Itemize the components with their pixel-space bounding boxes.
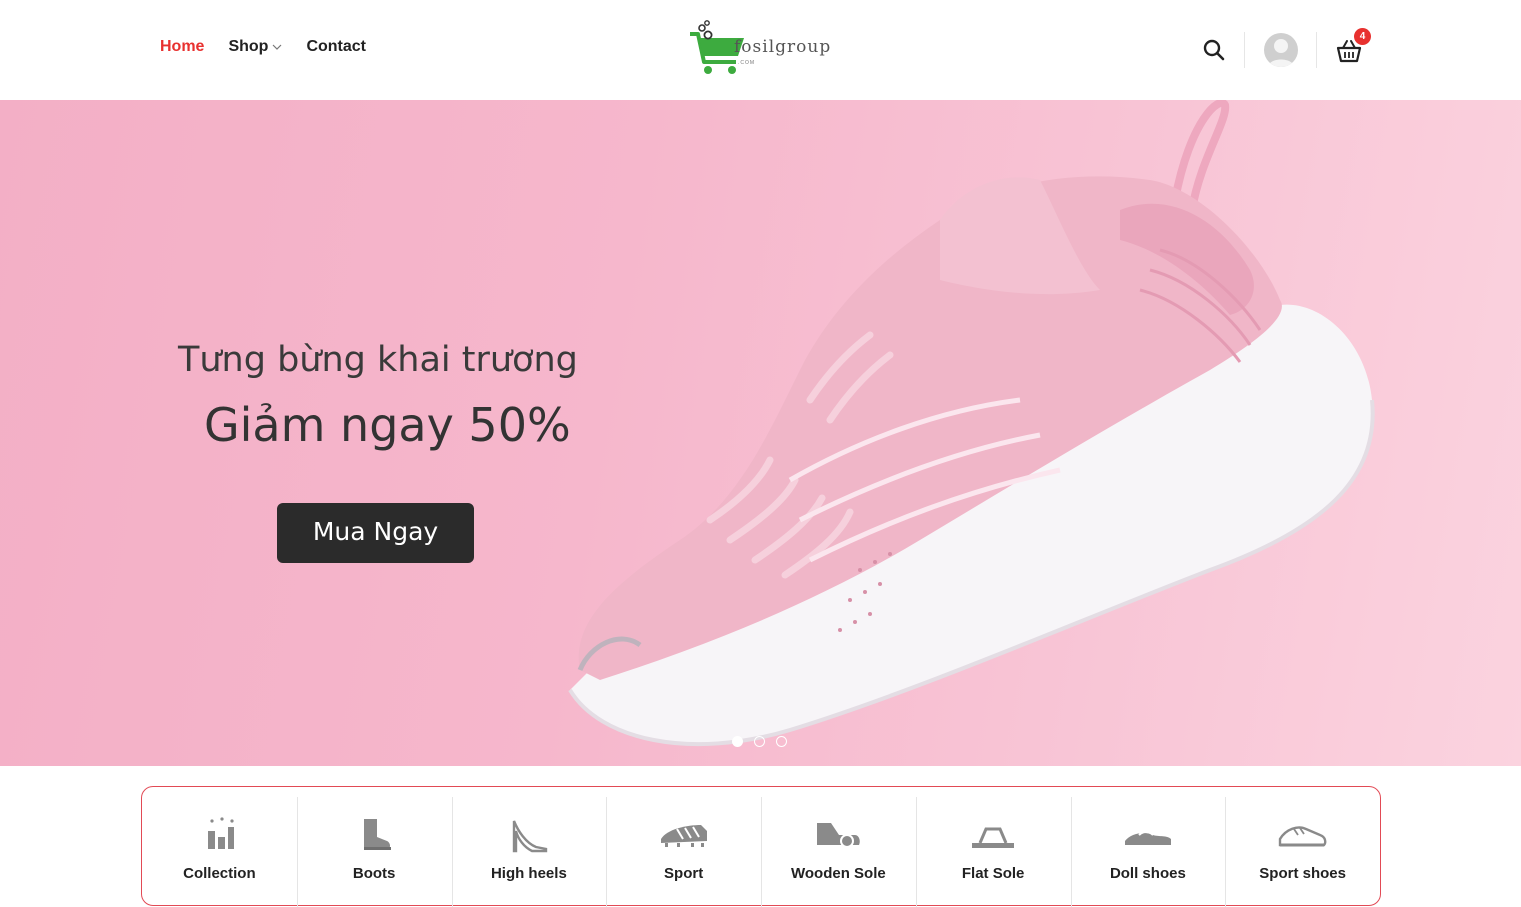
cleat-icon <box>660 825 707 847</box>
flat-sandal-icon <box>972 827 1015 848</box>
slide-dot[interactable] <box>776 736 787 747</box>
category-label: Sport <box>664 865 704 882</box>
category-label: Flat Sole <box>961 865 1025 882</box>
slide-dot[interactable] <box>732 736 743 747</box>
doll-shoe-icon <box>1124 831 1171 845</box>
user-avatar[interactable] <box>1264 33 1298 67</box>
hero-banner[interactable]: Tưng bừng khai trương Giảm ngay 50% Mua … <box>0 100 1521 766</box>
site-header: Home Shop Contact fosilgroup .COM 4 <box>0 0 1521 100</box>
category-label: High heels <box>490 865 567 882</box>
chevron-down-icon <box>273 44 282 50</box>
nav-contact[interactable]: Contact <box>306 38 366 56</box>
site-logo[interactable]: fosilgroup .COM <box>686 18 846 78</box>
category-label: Sport shoes <box>1259 865 1346 882</box>
high-heel-icon <box>512 820 548 853</box>
cart-count-badge: 4 <box>1354 28 1371 45</box>
slide-dot[interactable] <box>754 736 765 747</box>
logo-text: fosilgroup <box>734 37 832 57</box>
wooden-sole-icon <box>817 823 861 848</box>
hero-discount: Giảm ngay 50% <box>204 398 571 452</box>
divider <box>1316 32 1317 68</box>
search-icon[interactable] <box>1202 38 1226 62</box>
category-boots[interactable]: Boots <box>296 787 452 907</box>
category-high-heels[interactable]: High heels <box>451 787 607 907</box>
category-label: Doll shoes <box>1109 865 1186 882</box>
sneaker-icon <box>1278 826 1327 847</box>
category-label: Collection <box>183 865 256 882</box>
nav-home[interactable]: Home <box>160 38 204 56</box>
category-label: Boots <box>352 865 396 882</box>
category-wooden-sole[interactable]: Wooden Sole <box>761 787 916 907</box>
header-actions: 4 <box>1200 28 1380 72</box>
buy-now-button[interactable]: Mua Ngay <box>277 503 474 563</box>
slider-dots <box>732 736 787 747</box>
category-collection[interactable]: Collection <box>142 787 297 905</box>
category-doll-shoes[interactable]: Doll shoes <box>1070 787 1226 907</box>
sneaker-image <box>568 100 1375 747</box>
category-flat-sole[interactable]: Flat Sole <box>915 787 1071 907</box>
nav-shop[interactable]: Shop <box>228 38 282 56</box>
logo-suffix: .COM <box>738 60 756 66</box>
divider <box>1244 32 1245 68</box>
user-icon <box>1268 39 1294 67</box>
category-label: Wooden Sole <box>791 865 886 882</box>
boot-icon <box>364 819 392 850</box>
category-sport-shoes[interactable]: Sport shoes <box>1225 787 1380 907</box>
main-nav: Home Shop Contact <box>160 38 366 56</box>
hero-headline: Tưng bừng khai trương <box>178 340 578 380</box>
collection-icon <box>208 817 235 849</box>
category-sport[interactable]: Sport <box>606 787 761 907</box>
category-bar: Collection Boots High heels Sport Wooden… <box>141 786 1381 907</box>
nav-shop-label: Shop <box>228 38 269 55</box>
